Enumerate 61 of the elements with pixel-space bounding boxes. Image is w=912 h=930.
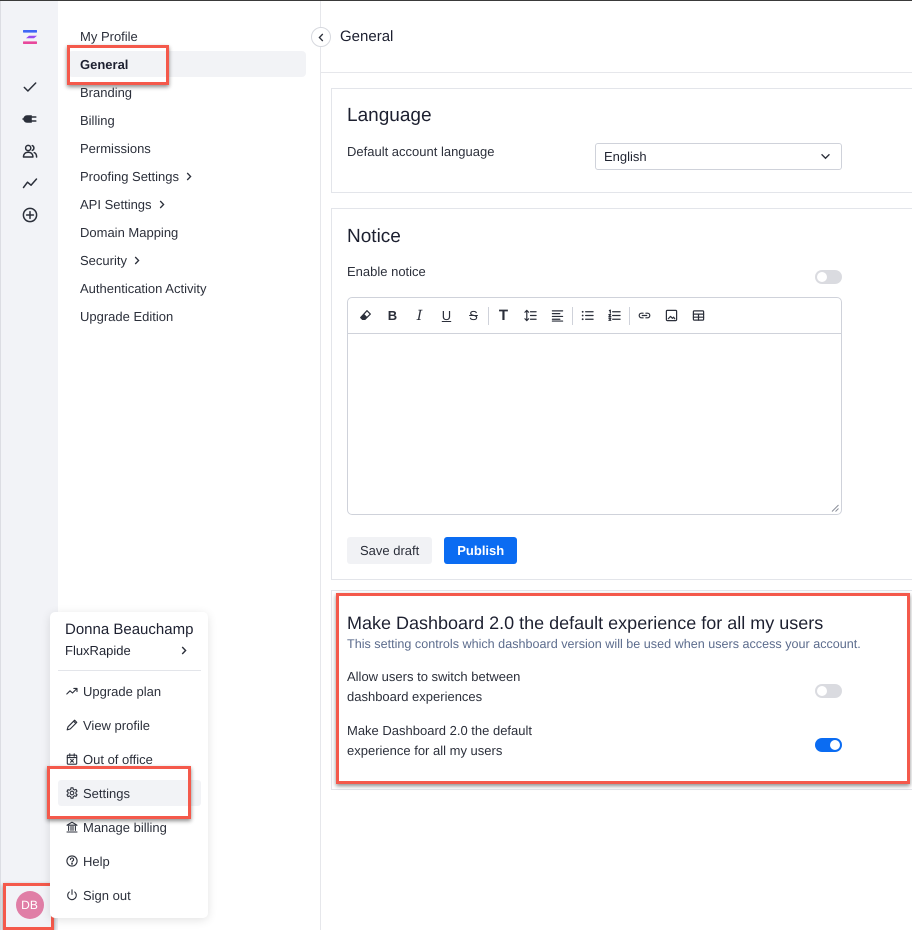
trend-up-icon — [66, 685, 78, 697]
caret-down-icon — [820, 153, 831, 160]
field-label: Default account language — [347, 143, 496, 161]
calendar-icon — [66, 753, 78, 765]
publish-button[interactable]: Publish — [444, 537, 518, 564]
bank-icon — [66, 821, 78, 833]
strikethrough-button[interactable]: S — [469, 308, 478, 322]
section-description: This setting controls which dashboard version will be used when users access your account. — [347, 636, 862, 653]
settings-nav-item[interactable]: Upgrade Edition — [68, 303, 306, 329]
save-draft-button[interactable]: Save draft — [347, 537, 432, 564]
menu-item[interactable]: Manage billing — [58, 814, 201, 840]
bold-button[interactable]: B — [388, 308, 398, 322]
eraser-icon[interactable] — [359, 309, 372, 322]
menu-item[interactable]: Settings — [58, 780, 201, 806]
settings-nav-item[interactable]: General — [68, 51, 306, 77]
toggle-switch[interactable] — [815, 684, 842, 698]
italic-button[interactable]: I — [416, 308, 422, 322]
menu-item[interactable]: Help — [58, 848, 201, 874]
text-size-button[interactable]: T — [498, 308, 508, 322]
line-height-icon[interactable] — [524, 309, 537, 322]
settings-nav-item[interactable]: Security — [68, 247, 306, 273]
power-icon — [66, 889, 78, 901]
add-circle-icon[interactable] — [22, 207, 38, 223]
section-title: Make Dashboard 2.0 the default experience for all my users — [347, 612, 824, 634]
resize-handle-icon[interactable] — [831, 504, 839, 512]
menu-item[interactable]: Upgrade plan — [58, 678, 201, 704]
page-title: General — [340, 28, 394, 45]
settings-nav-item[interactable]: Domain Mapping — [68, 219, 306, 245]
settings-nav-item[interactable]: Billing — [68, 107, 306, 133]
settings-icon — [66, 787, 78, 799]
menu-item[interactable]: View profile — [58, 712, 201, 738]
collapse-button[interactable] — [311, 27, 331, 47]
menu-item[interactable]: Out of office — [58, 746, 201, 772]
help-icon — [66, 855, 78, 867]
organization-switcher[interactable]: FluxRapide — [50, 640, 208, 660]
setting-label: Allow users to switch between dashboard experiences — [347, 668, 522, 706]
toggle-switch[interactable] — [815, 270, 842, 284]
user-name: Donna Beauchamp — [64, 620, 194, 640]
section-title: Notice — [347, 225, 402, 249]
setting-label: Make Dashboard 2.0 the default experience for all my users — [347, 722, 534, 760]
image-icon[interactable] — [665, 309, 678, 322]
toggle-switch[interactable] — [815, 738, 842, 752]
toggle-label: Enable notice — [347, 263, 427, 281]
chevron-right-icon — [181, 646, 187, 654]
bullet-list-icon[interactable] — [581, 309, 594, 322]
settings-nav-item[interactable]: Permissions — [68, 135, 306, 161]
pencil-icon — [66, 719, 78, 731]
section-title: Language — [347, 104, 433, 128]
table-icon[interactable] — [692, 309, 705, 322]
settings-nav-item[interactable]: Authentication Activity — [68, 275, 306, 301]
settings-nav-item[interactable]: My Profile — [68, 23, 306, 49]
settings-nav-item[interactable]: Branding — [68, 79, 306, 105]
underline-button[interactable]: U — [442, 308, 452, 322]
settings-nav-item[interactable]: Proofing Settings — [68, 163, 306, 189]
chevron-left-icon — [318, 32, 324, 42]
settings-nav-item[interactable]: API Settings — [68, 191, 306, 217]
language-select[interactable]: English — [595, 143, 842, 170]
align-left-icon[interactable] — [551, 309, 564, 322]
users-icon[interactable] — [22, 143, 38, 159]
numbered-list-icon[interactable] — [608, 309, 621, 322]
menu-item[interactable]: Sign out — [58, 882, 201, 908]
